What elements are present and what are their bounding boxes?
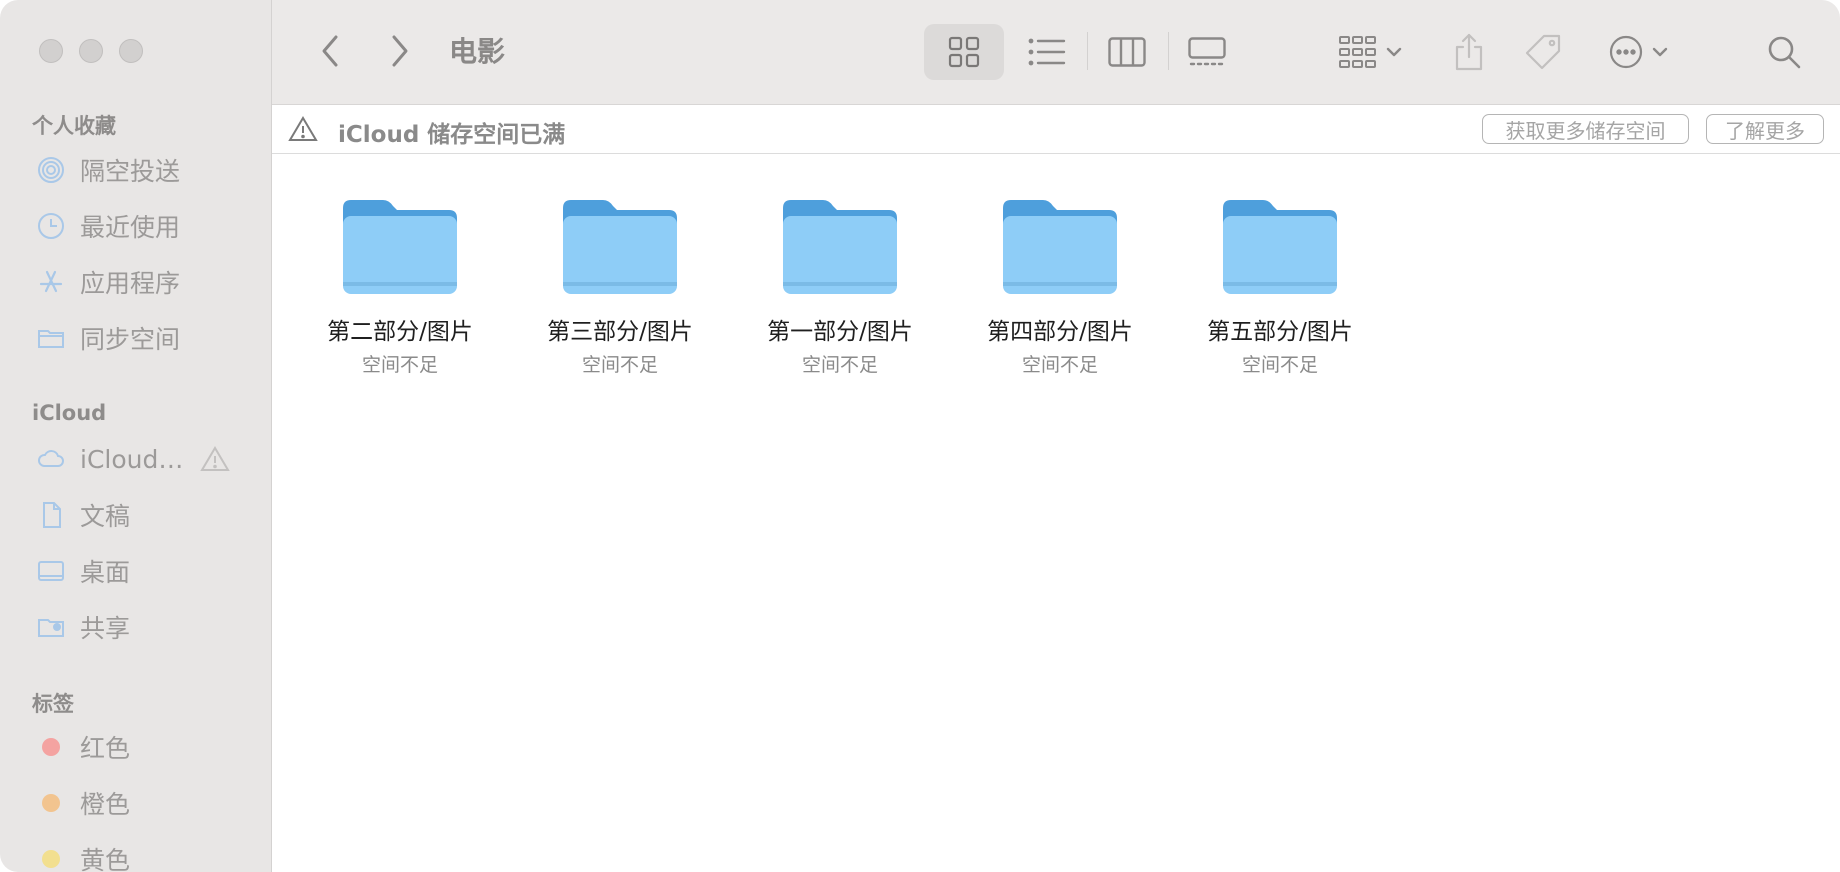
section-title-tags: 标签: [32, 692, 74, 716]
tag-button[interactable]: [1518, 26, 1568, 78]
search-icon: [1768, 36, 1801, 69]
sidebar-item-tag-red[interactable]: 红色: [34, 727, 254, 767]
tag-dot-yellow: [34, 842, 68, 872]
back-button[interactable]: [312, 32, 348, 70]
folder-item[interactable]: 第四部分/图片 空间不足: [970, 194, 1150, 377]
toolbar: 电影: [272, 0, 1840, 105]
tag-dot-orange: [34, 786, 68, 820]
sidebar-item-shared[interactable]: 共享: [34, 607, 254, 647]
toolbar-divider: [1168, 32, 1169, 70]
tag-icon: [1525, 34, 1561, 70]
folder-status: 空间不足: [1021, 354, 1098, 376]
folder-icon: [34, 321, 68, 355]
folder-item[interactable]: 第五部分/图片 空间不足: [1190, 194, 1370, 377]
section-title-icloud: iCloud: [32, 401, 107, 425]
get-more-storage-button[interactable]: 获取更多储存空间: [1482, 114, 1689, 144]
document-icon: [34, 498, 68, 532]
share-icon: [1455, 33, 1483, 71]
sidebar-item-tag-yellow[interactable]: 黄色: [34, 839, 254, 872]
toolbar-divider: [1087, 32, 1088, 70]
sidebar-item-desktop[interactable]: 桌面: [34, 551, 254, 591]
folder-item[interactable]: 第三部分/图片 空间不足: [530, 194, 710, 377]
folder-status: 空间不足: [801, 354, 878, 376]
sidebar: 个人收藏 隔空投送 最近使用 应用程序 同步空间 iCloud iCloud… …: [0, 0, 272, 872]
folder-status: 空间不足: [361, 354, 438, 376]
icloud-storage-banner: iCloud 储存空间已满 获取更多储存空间 了解更多: [272, 105, 1840, 154]
folder-icon: [1223, 200, 1337, 294]
sidebar-item-tag-orange[interactable]: 橙色: [34, 783, 254, 823]
clock-icon: [34, 209, 68, 243]
file-grid: 第二部分/图片 空间不足 第三部分/图片 空间不足 第一部分/图片 空间不足 第…: [272, 154, 1840, 872]
more-actions-button[interactable]: [1600, 26, 1676, 78]
chevron-left-icon: [322, 35, 338, 67]
minimize-window-button[interactable]: [79, 39, 103, 63]
finder-window: 个人收藏 隔空投送 最近使用 应用程序 同步空间 iCloud iCloud… …: [0, 0, 1840, 872]
sidebar-item-documents[interactable]: 文稿: [34, 495, 254, 535]
folder-name: 第五部分/图片: [1207, 319, 1353, 345]
window-title: 电影: [449, 35, 506, 68]
list-icon: [1028, 38, 1066, 66]
group-by-button[interactable]: [1330, 26, 1410, 78]
gallery-icon: [1188, 37, 1226, 66]
folder-name: 第四部分/图片: [987, 319, 1133, 345]
list-view-button[interactable]: [1012, 26, 1082, 78]
section-title-favorites: 个人收藏: [32, 114, 116, 138]
zoom-window-button[interactable]: [119, 39, 143, 63]
group-grid-icon: [1339, 36, 1376, 68]
close-window-button[interactable]: [39, 39, 63, 63]
folder-icon: [1003, 200, 1117, 294]
folder-icon: [343, 200, 457, 294]
learn-more-button[interactable]: 了解更多: [1706, 114, 1824, 144]
banner-title: iCloud 储存空间已满: [338, 122, 566, 148]
warning-icon: [288, 115, 318, 147]
folder-item[interactable]: 第二部分/图片 空间不足: [310, 194, 490, 377]
gallery-view-button[interactable]: [1172, 26, 1242, 78]
tag-dot-red: [34, 730, 68, 764]
folder-status: 空间不足: [1241, 354, 1318, 376]
sidebar-item-icloud-drive[interactable]: iCloud…: [34, 439, 254, 479]
sidebar-item-sync-space[interactable]: 同步空间: [34, 318, 254, 358]
sidebar-item-applications[interactable]: 应用程序: [34, 262, 254, 302]
grid-icon: [948, 36, 980, 68]
sidebar-item-airdrop[interactable]: 隔空投送: [34, 150, 254, 190]
folder-name: 第一部分/图片: [767, 319, 913, 345]
folder-name: 第二部分/图片: [327, 319, 473, 345]
desktop-icon: [34, 554, 68, 588]
shared-folder-icon: [34, 610, 68, 644]
icon-view-button[interactable]: [924, 24, 1004, 80]
folder-name: 第三部分/图片: [547, 319, 693, 345]
forward-button[interactable]: [382, 32, 418, 70]
airdrop-icon: [34, 153, 68, 187]
folder-icon: [563, 200, 677, 294]
cloud-icon: [34, 442, 68, 476]
column-view-button[interactable]: [1092, 26, 1162, 78]
warning-icon: [200, 445, 230, 479]
chevron-right-icon: [392, 35, 408, 67]
folder-item[interactable]: 第一部分/图片 空间不足: [750, 194, 930, 377]
apps-icon: [34, 265, 68, 299]
sidebar-item-recents[interactable]: 最近使用: [34, 206, 254, 246]
chevron-down-icon: [1386, 47, 1402, 57]
folder-status: 空间不足: [581, 354, 658, 376]
ellipsis-circle-icon: [1609, 35, 1643, 69]
chevron-down-icon: [1652, 47, 1668, 57]
window-controls: [39, 39, 143, 63]
share-button[interactable]: [1444, 26, 1494, 78]
folder-icon: [783, 200, 897, 294]
search-button[interactable]: [1762, 30, 1806, 74]
columns-icon: [1108, 37, 1146, 67]
